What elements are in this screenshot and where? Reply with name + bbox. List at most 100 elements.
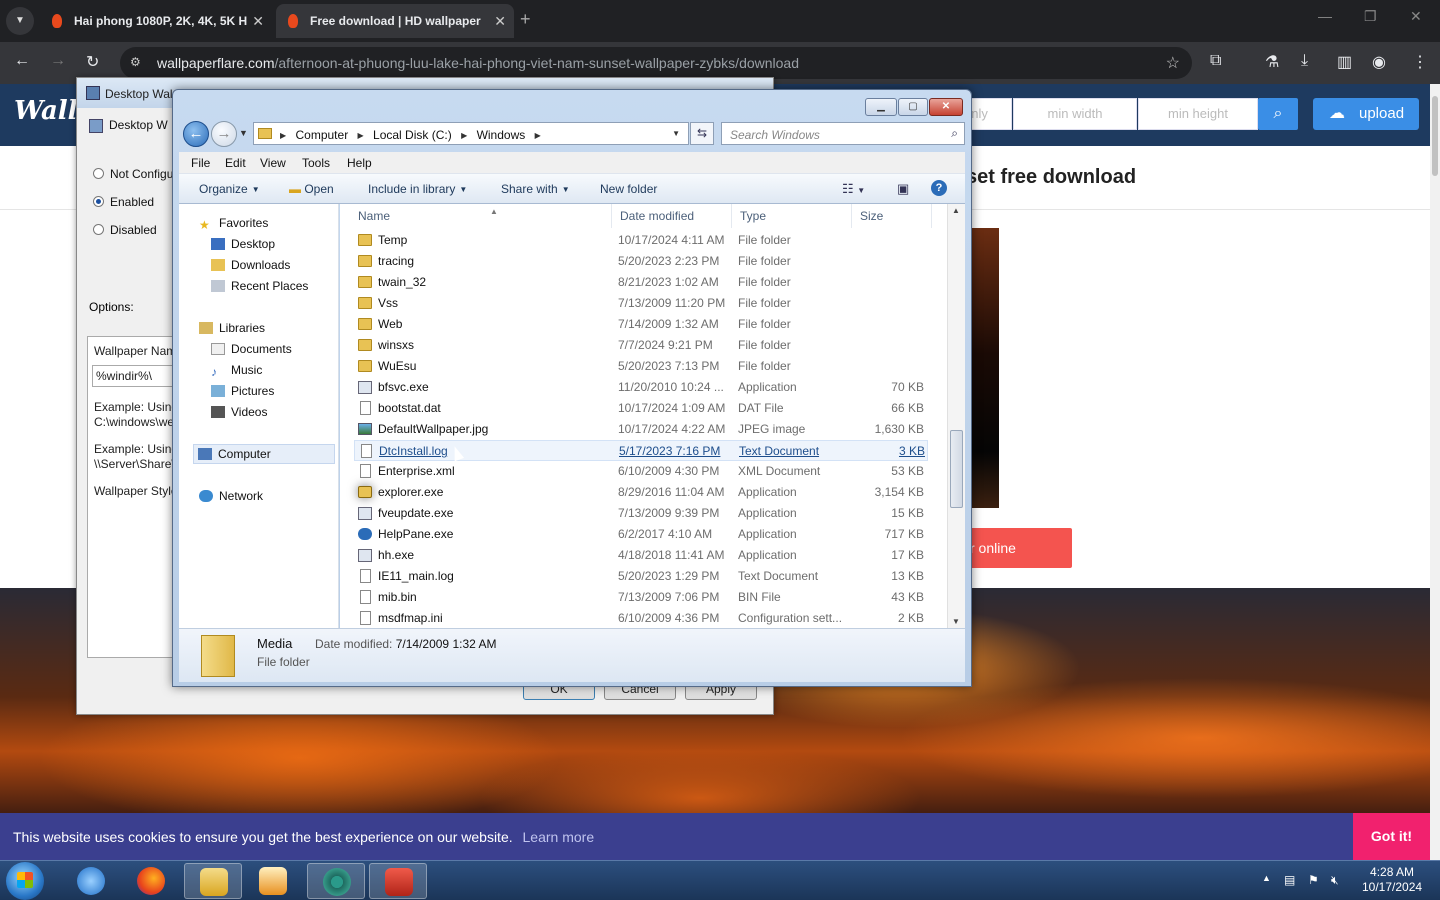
new-tab-plus-icon[interactable]: +: [520, 9, 531, 30]
file-row[interactable]: winsxs 7/7/2024 9:21 PM File folder: [354, 335, 928, 356]
taskbar-firefox[interactable]: [122, 863, 180, 899]
system-clock[interactable]: 4:28 AM 10/17/2024: [1362, 865, 1422, 895]
file-row[interactable]: HelpPane.exe 6/2/2017 4:10 AM Application 7…: [354, 524, 928, 545]
nav-computer[interactable]: Computer: [193, 444, 335, 464]
extensions-icon[interactable]: ⧉: [1210, 52, 1221, 70]
file-row[interactable]: Vss 7/13/2009 11:20 PM File folder: [354, 293, 928, 314]
file-row[interactable]: Web 7/14/2009 1:32 AM File folder: [354, 314, 928, 335]
menu-file[interactable]: File: [191, 156, 210, 170]
file-row[interactable]: mib.bin 7/13/2009 7:06 PM BIN File 43 KB: [354, 587, 928, 608]
file-row[interactable]: Enterprise.xml 6/10/2009 4:30 PM XML Docum…: [354, 461, 928, 482]
chevron-right-icon[interactable]: ▶: [535, 131, 541, 140]
nav-pictures[interactable]: Pictures: [211, 384, 274, 398]
back-arrow-icon[interactable]: ←: [14, 52, 30, 70]
tab-hai-phong[interactable]: Hai phong 1080P, 2K, 4K, 5K H ✕: [40, 4, 272, 38]
file-row[interactable]: msdfmap.ini 6/10/2009 4:36 PM Configuratio…: [354, 608, 928, 628]
column-header-name[interactable]: Name ▲: [350, 204, 612, 228]
file-row[interactable]: fveupdate.exe 7/13/2009 9:39 PM Applicatio…: [354, 503, 928, 524]
tab-free-download[interactable]: Free download | HD wallpaper ✕: [276, 4, 514, 38]
disabled-radio[interactable]: Disabled: [93, 223, 157, 237]
close-button[interactable]: ✕: [929, 98, 963, 116]
file-row[interactable]: DefaultWallpaper.jpg 10/17/2024 4:22 AM JP…: [354, 419, 928, 440]
column-header-type[interactable]: Type: [732, 204, 852, 228]
include-in-library-button[interactable]: Include in library ▼: [368, 182, 467, 196]
scroll-down-icon[interactable]: ▼: [952, 617, 960, 626]
nav-downloads[interactable]: Downloads: [211, 258, 290, 272]
column-header-date[interactable]: Date modified: [612, 204, 732, 228]
nav-libraries[interactable]: Libraries: [199, 321, 265, 335]
share-with-button[interactable]: Share with ▼: [501, 182, 570, 196]
tab-close-icon[interactable]: ✕: [252, 4, 264, 38]
maximize-button[interactable]: ▢: [898, 98, 928, 116]
file-row[interactable]: tracing 5/20/2023 2:23 PM File folder: [354, 251, 928, 272]
network-tray-icon[interactable]: ▤: [1284, 873, 1295, 887]
address-breadcrumb-bar[interactable]: ▶ Computer ▶ Local Disk (C:) ▶ Windows ▶…: [253, 122, 689, 145]
file-row[interactable]: DtcInstall.log 5/17/2023 7:16 PM Text Docu…: [354, 440, 928, 461]
wallpaper-name-input[interactable]: %windir%\: [92, 365, 184, 387]
not-configured-radio[interactable]: Not Configu: [93, 167, 173, 181]
menu-kebab-icon[interactable]: ⋮: [1412, 52, 1428, 72]
page-scrollbar[interactable]: [1430, 84, 1440, 860]
nav-music[interactable]: ♪ Music: [211, 363, 262, 379]
volume-muted-icon[interactable]: 🔇︎: [1331, 873, 1339, 888]
taskbar-media-player[interactable]: [244, 863, 302, 899]
minimize-button[interactable]: ▁: [865, 98, 897, 116]
page-scrollbar-thumb[interactable]: [1432, 96, 1438, 176]
tab-search-icon[interactable]: ▼: [6, 7, 34, 35]
menu-tools[interactable]: Tools: [302, 156, 330, 170]
chevron-right-icon[interactable]: ▶: [461, 131, 467, 140]
file-row[interactable]: explorer.exe 8/29/2016 11:04 AM Applicatio…: [354, 482, 928, 503]
new-folder-button[interactable]: New folder: [600, 182, 657, 196]
file-list-scrollbar[interactable]: ▲ ▼: [947, 204, 965, 628]
taskbar-internet-explorer[interactable]: [62, 863, 120, 899]
reload-icon[interactable]: ↻: [86, 52, 99, 72]
recent-pages-dropdown-icon[interactable]: ▼: [239, 128, 248, 138]
side-panel-icon[interactable]: ▥: [1337, 52, 1352, 72]
menu-view[interactable]: View: [260, 156, 286, 170]
file-row[interactable]: IE11_main.log 5/20/2023 1:29 PM Text Docum…: [354, 566, 928, 587]
organize-button[interactable]: Organize ▼: [199, 182, 260, 196]
taskbar-file-explorer[interactable]: [184, 863, 242, 899]
view-options-icon[interactable]: ☷ ▼: [842, 181, 865, 197]
forward-button[interactable]: →: [211, 121, 237, 147]
file-row[interactable]: bfsvc.exe 11/20/2010 10:24 ... Application…: [354, 377, 928, 398]
scroll-up-icon[interactable]: ▲: [952, 206, 960, 215]
search-windows-input[interactable]: Search Windows ⌕: [721, 122, 965, 145]
search-icon[interactable]: ⌕: [951, 126, 958, 141]
chevron-right-icon[interactable]: ▶: [358, 131, 364, 140]
close-window-icon[interactable]: ✕: [1410, 8, 1422, 25]
profile-avatar-icon[interactable]: ◉: [1372, 52, 1386, 72]
learn-more-link[interactable]: Learn more: [523, 829, 595, 845]
min-height-input[interactable]: min height: [1138, 98, 1258, 130]
nav-favorites[interactable]: ★ Favorites: [199, 216, 268, 232]
menu-edit[interactable]: Edit: [225, 156, 246, 170]
help-icon[interactable]: ?: [931, 180, 947, 196]
tab-close-icon[interactable]: ✕: [494, 4, 506, 38]
action-center-flag-icon[interactable]: ⚑: [1308, 873, 1319, 887]
preview-pane-icon[interactable]: ▣: [897, 181, 909, 197]
chevron-right-icon[interactable]: ▶: [280, 131, 286, 140]
start-button[interactable]: [6, 862, 44, 900]
scrollbar-thumb[interactable]: [950, 430, 963, 508]
back-button[interactable]: ←: [183, 121, 209, 147]
got-it-button[interactable]: Got it!: [1353, 813, 1430, 860]
file-row[interactable]: twain_32 8/21/2023 1:02 AM File folder: [354, 272, 928, 293]
forward-arrow-icon[interactable]: →: [50, 52, 66, 70]
nav-documents[interactable]: Documents: [211, 342, 292, 356]
bookmark-star-icon[interactable]: ☆: [1166, 53, 1180, 73]
address-dropdown-icon[interactable]: ▼: [672, 129, 680, 138]
upload-button[interactable]: ☁ upload: [1313, 98, 1419, 130]
download-icon[interactable]: ⤓: [1301, 52, 1308, 70]
column-header-size[interactable]: Size: [852, 204, 932, 228]
labs-flask-icon[interactable]: ⚗: [1265, 52, 1279, 72]
breadcrumb-local-disk[interactable]: Local Disk (C:): [373, 128, 452, 142]
search-button[interactable]: ⌕: [1258, 98, 1298, 130]
breadcrumb-computer[interactable]: Computer: [296, 128, 349, 142]
file-row[interactable]: hh.exe 4/18/2018 11:41 AM Application 17 KB: [354, 545, 928, 566]
taskbar-chrome[interactable]: [307, 863, 365, 899]
breadcrumb-windows[interactable]: Windows: [477, 128, 526, 142]
show-hidden-icons-icon[interactable]: ▲: [1262, 873, 1271, 883]
address-bar[interactable]: ⚙ wallpaperflare.com/afternoon-at-phuong…: [120, 47, 1192, 79]
enabled-radio[interactable]: Enabled: [93, 195, 154, 209]
taskbar-policy-editor[interactable]: [369, 863, 427, 899]
